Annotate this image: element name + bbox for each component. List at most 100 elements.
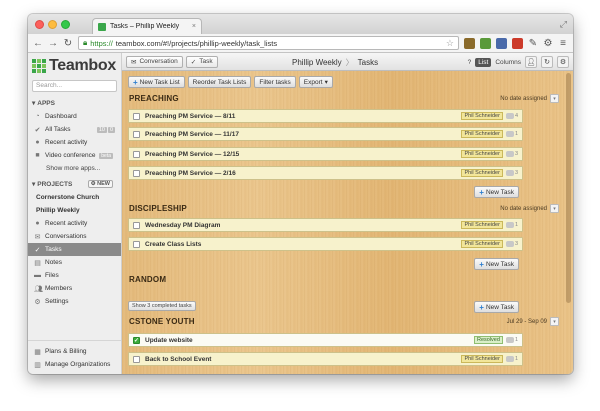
conversation-button[interactable]: ✉ Conversation xyxy=(126,55,183,68)
url-scheme: https:// xyxy=(90,38,113,48)
help-icon[interactable]: ? xyxy=(468,59,472,66)
forward-icon[interactable]: → xyxy=(48,38,58,49)
sidebar-item-members[interactable]: 👥︎ Members xyxy=(28,282,121,295)
comment-count: 1 xyxy=(505,356,518,362)
search-input[interactable]: Search... xyxy=(32,80,117,92)
comment-count: 1 xyxy=(505,222,518,228)
task-checkbox-checked[interactable]: ✓ xyxy=(133,336,140,344)
window-controls xyxy=(35,20,70,29)
task-checkbox[interactable] xyxy=(133,240,140,248)
task-checkbox[interactable] xyxy=(133,221,140,229)
task-list-name[interactable]: PREACHING xyxy=(129,94,179,103)
task-list-name[interactable]: DISCIPLESHIP xyxy=(129,204,187,213)
task-list-header: DISCIPLESHIP No date assigned ▾ xyxy=(129,204,559,213)
sidebar-item-notes[interactable]: ▤ Notes xyxy=(28,256,121,269)
tab-close-icon[interactable]: × xyxy=(192,23,196,30)
lock-icon: 🔒︎ xyxy=(83,38,88,47)
new-task-button[interactable]: + New Task xyxy=(474,186,519,198)
plus-icon: + xyxy=(479,187,484,197)
sidebar-item-all-tasks[interactable]: ✔ All Tasks 10 0 xyxy=(28,123,121,136)
task-checkbox[interactable] xyxy=(133,169,140,177)
task-row[interactable]: ✓ Update website Resolved 1 xyxy=(128,333,523,347)
new-task-button[interactable]: + New Task xyxy=(474,258,519,270)
task-checkbox[interactable] xyxy=(133,130,140,138)
gear-icon[interactable]: ⚙ xyxy=(557,56,569,68)
chevron-down-icon[interactable]: ▾ xyxy=(550,94,559,103)
comment-count: 3 xyxy=(505,151,518,157)
note-icon: ▤ xyxy=(34,259,41,267)
breadcrumb-project[interactable]: Phillip Weekly xyxy=(292,58,342,67)
task-row[interactable]: Preaching PM Service — 2/16 Phil Schneide… xyxy=(128,166,523,180)
export-button[interactable]: Export ▾ xyxy=(298,76,333,88)
task-checkbox[interactable] xyxy=(133,112,140,120)
chevron-down-icon[interactable]: ▾ xyxy=(550,317,559,326)
chevron-down-icon[interactable]: ▾ xyxy=(550,204,559,213)
new-task-list-button[interactable]: + New Task List xyxy=(128,76,185,88)
minimize-window-button[interactable] xyxy=(48,20,57,29)
sidebar-item-settings[interactable]: ⚙ Settings xyxy=(28,295,121,308)
comment-icon xyxy=(505,113,514,119)
task-checkbox[interactable] xyxy=(133,355,140,363)
assignee-badge: Phil Schneider xyxy=(461,355,503,363)
puzzle-icon[interactable]: ⚙ xyxy=(543,38,553,49)
logo-text: Teambox xyxy=(49,57,116,74)
show-more-apps-link[interactable]: Show more apps... xyxy=(28,162,121,175)
task-row[interactable]: Preaching PM Service — 11/17 Phil Schneid… xyxy=(128,127,523,141)
task-row[interactable]: Preaching PM Service — 8/11 Phil Schneide… xyxy=(128,109,523,123)
task-toolbar: + New Task List Reorder Task Lists Filter… xyxy=(128,76,333,88)
projects-section-header[interactable]: ▾ PROJECTS ⚙ NEW xyxy=(28,177,121,191)
dot-icon: ● xyxy=(35,220,40,227)
address-bar[interactable]: 🔒︎ https://teambox.com/#!/projects/phill… xyxy=(78,36,459,50)
browser-window: Tasks – Phillip Weekly × ⤢ ← → ↻ 🔒︎ http… xyxy=(28,14,573,374)
sidebar-item-organizations[interactable]: ▥ Manage Organizations xyxy=(28,358,121,371)
task-list-date: No date assigned ▾ xyxy=(500,204,559,213)
sidebar-item-billing[interactable]: ▦ Plans & Billing xyxy=(28,345,121,358)
extension-icon[interactable] xyxy=(480,37,491,49)
filter-tasks-button[interactable]: Filter tasks xyxy=(254,76,296,88)
sidebar-item-project-recent[interactable]: ● Recent activity xyxy=(28,217,121,230)
extension-icon[interactable] xyxy=(464,37,475,49)
assignee-badge: Phil Schneider xyxy=(461,221,503,229)
people-icon[interactable]: 👤︎ xyxy=(525,56,537,68)
sidebar-item-dashboard[interactable]: ◔ Dashboard xyxy=(28,110,121,123)
task-checkbox[interactable] xyxy=(133,150,140,158)
maximize-window-button[interactable] xyxy=(61,20,70,29)
sidebar-item-files[interactable]: ▬ Files xyxy=(28,269,121,282)
new-project-button[interactable]: ⚙ NEW xyxy=(87,180,113,188)
reload-icon[interactable]: ↻ xyxy=(63,38,73,49)
sidebar-project-phillip-weekly[interactable]: Phillip Weekly xyxy=(28,204,121,217)
task-list-header: RANDOM xyxy=(129,275,559,284)
task-row[interactable]: Wednesday PM Diagram Phil Schneider 1 xyxy=(128,218,523,232)
sidebar-item-conversations[interactable]: ✉ Conversations xyxy=(28,230,121,243)
task-list-name[interactable]: RANDOM xyxy=(129,275,166,284)
columns-view-toggle[interactable]: Columns xyxy=(495,59,521,66)
sidebar-item-video-conference[interactable]: ■ Video conference beta xyxy=(28,149,121,162)
comment-icon xyxy=(505,151,514,157)
task-row[interactable]: Back to School Event Phil Schneider 1 xyxy=(128,352,523,366)
bookmark-star-icon[interactable]: ☆ xyxy=(446,38,454,49)
task-list-name[interactable]: CSTONE YOUTH xyxy=(129,317,195,326)
task-row[interactable]: Create Class Lists Phil Schneider 3 xyxy=(128,237,523,251)
browser-tab[interactable]: Tasks – Phillip Weekly × xyxy=(92,18,202,34)
scrollbar[interactable] xyxy=(566,73,571,303)
task-row[interactable]: Preaching PM Service — 12/15 Phil Schneid… xyxy=(128,147,523,161)
sidebar-project-cornerstone[interactable]: Cornerstone Church xyxy=(28,191,121,204)
wrench-icon[interactable]: ✎ xyxy=(528,38,538,49)
close-window-button[interactable] xyxy=(35,20,44,29)
menu-icon[interactable]: ≡ xyxy=(558,38,568,49)
sidebar-item-recent-activity[interactable]: ● Recent activity xyxy=(28,136,121,149)
reorder-task-lists-button[interactable]: Reorder Task Lists xyxy=(187,76,252,88)
back-icon[interactable]: ← xyxy=(33,38,43,49)
sidebar-item-tasks[interactable]: ✓ Tasks xyxy=(28,243,121,256)
refresh-icon[interactable]: ↻ xyxy=(541,56,553,68)
apps-section-header[interactable]: ▾ APPS xyxy=(28,96,121,110)
new-task-button[interactable]: + New Task xyxy=(474,301,519,313)
list-view-toggle[interactable]: List xyxy=(475,57,492,67)
assignee-badge: Phil Schneider xyxy=(461,112,503,120)
extension-icon[interactable] xyxy=(512,37,523,49)
show-completed-button[interactable]: Show 3 completed tasks xyxy=(128,301,196,311)
task-button[interactable]: ✓ Task xyxy=(185,55,218,68)
teambox-logo[interactable]: Teambox xyxy=(28,53,121,75)
extension-icon[interactable] xyxy=(496,37,507,49)
fullscreen-icon[interactable]: ⤢ xyxy=(560,19,567,30)
